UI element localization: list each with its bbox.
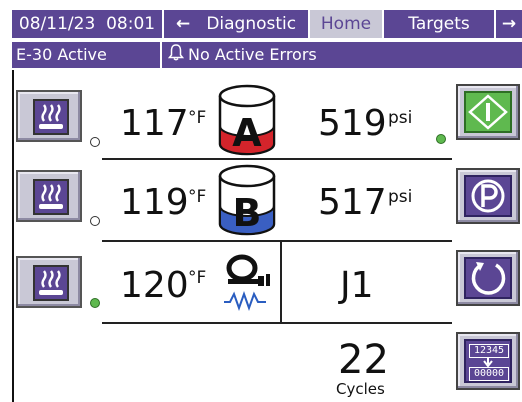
left-frame-line [12, 70, 14, 402]
row-b-divider [102, 240, 452, 242]
start-icon [464, 91, 512, 133]
temp-a-unit: °F [188, 108, 207, 128]
status-errors[interactable]: No Active Errors [162, 42, 522, 68]
row-hose-vertical-divider [280, 240, 282, 322]
pressure-b-value: 517 [318, 182, 387, 223]
hose-code: J1 [340, 265, 374, 306]
pressure-a-indicator [436, 134, 446, 144]
row-hose-divider [102, 322, 452, 324]
status-mode: E-30 Active [12, 42, 160, 68]
recirculate-icon [464, 257, 512, 299]
reset-counter-icon: 12345 00000 [464, 339, 512, 383]
heat-a-icon [33, 99, 69, 135]
heat-b-indicator [90, 216, 100, 226]
datetime-text: 08/11/23 08:01 [18, 14, 156, 34]
tab-home[interactable]: Home [310, 10, 382, 38]
tank-a-letter: A [232, 111, 262, 155]
row-a-divider [102, 158, 452, 160]
heat-hose-indicator [90, 298, 100, 308]
datetime-display: 08/11/23 08:01 [12, 10, 162, 38]
tab-next-button[interactable]: → [496, 10, 522, 38]
temp-b-unit: °F [188, 187, 207, 207]
tab-targets-label: Targets [408, 14, 470, 34]
heat-hose-button[interactable] [16, 256, 82, 308]
tab-targets[interactable]: Targets [384, 10, 494, 38]
cycles-label: Cycles [336, 380, 385, 398]
pressure-a-unit: psi [388, 108, 413, 128]
recirculate-button[interactable] [456, 250, 520, 306]
pressure-a-value: 519 [318, 103, 387, 144]
temp-hose-unit: °F [188, 268, 207, 288]
status-mode-text: E-30 Active [16, 45, 107, 64]
reset-counter-bottom: 00000 [469, 367, 509, 381]
temp-a-value: 117 [120, 103, 189, 144]
arrow-left-icon: ← [175, 14, 191, 34]
temp-hose-value: 120 [120, 265, 189, 306]
heat-b-button[interactable] [16, 170, 82, 222]
tab-diagnostic[interactable]: ← Diagnostic [164, 10, 308, 38]
status-errors-text: No Active Errors [188, 45, 317, 64]
park-button[interactable] [456, 168, 520, 224]
tab-home-label: Home [320, 14, 372, 34]
bell-icon [167, 43, 185, 69]
cycles-count: 22 [338, 337, 389, 383]
park-icon [464, 175, 512, 217]
heat-b-icon [33, 179, 69, 215]
temp-b-value: 119 [120, 182, 189, 223]
arrow-right-icon: → [501, 14, 517, 34]
pressure-b-unit: psi [388, 187, 413, 207]
tank-b-letter: B [232, 191, 262, 235]
reset-counter-button[interactable]: 12345 00000 [456, 332, 520, 390]
start-button[interactable] [456, 84, 520, 140]
hose-heat-icon [220, 250, 278, 314]
heat-a-button[interactable] [16, 90, 82, 142]
heat-a-indicator [90, 137, 100, 147]
tab-diagnostic-label: Diagnostic [206, 14, 297, 34]
heat-hose-icon [33, 265, 69, 301]
